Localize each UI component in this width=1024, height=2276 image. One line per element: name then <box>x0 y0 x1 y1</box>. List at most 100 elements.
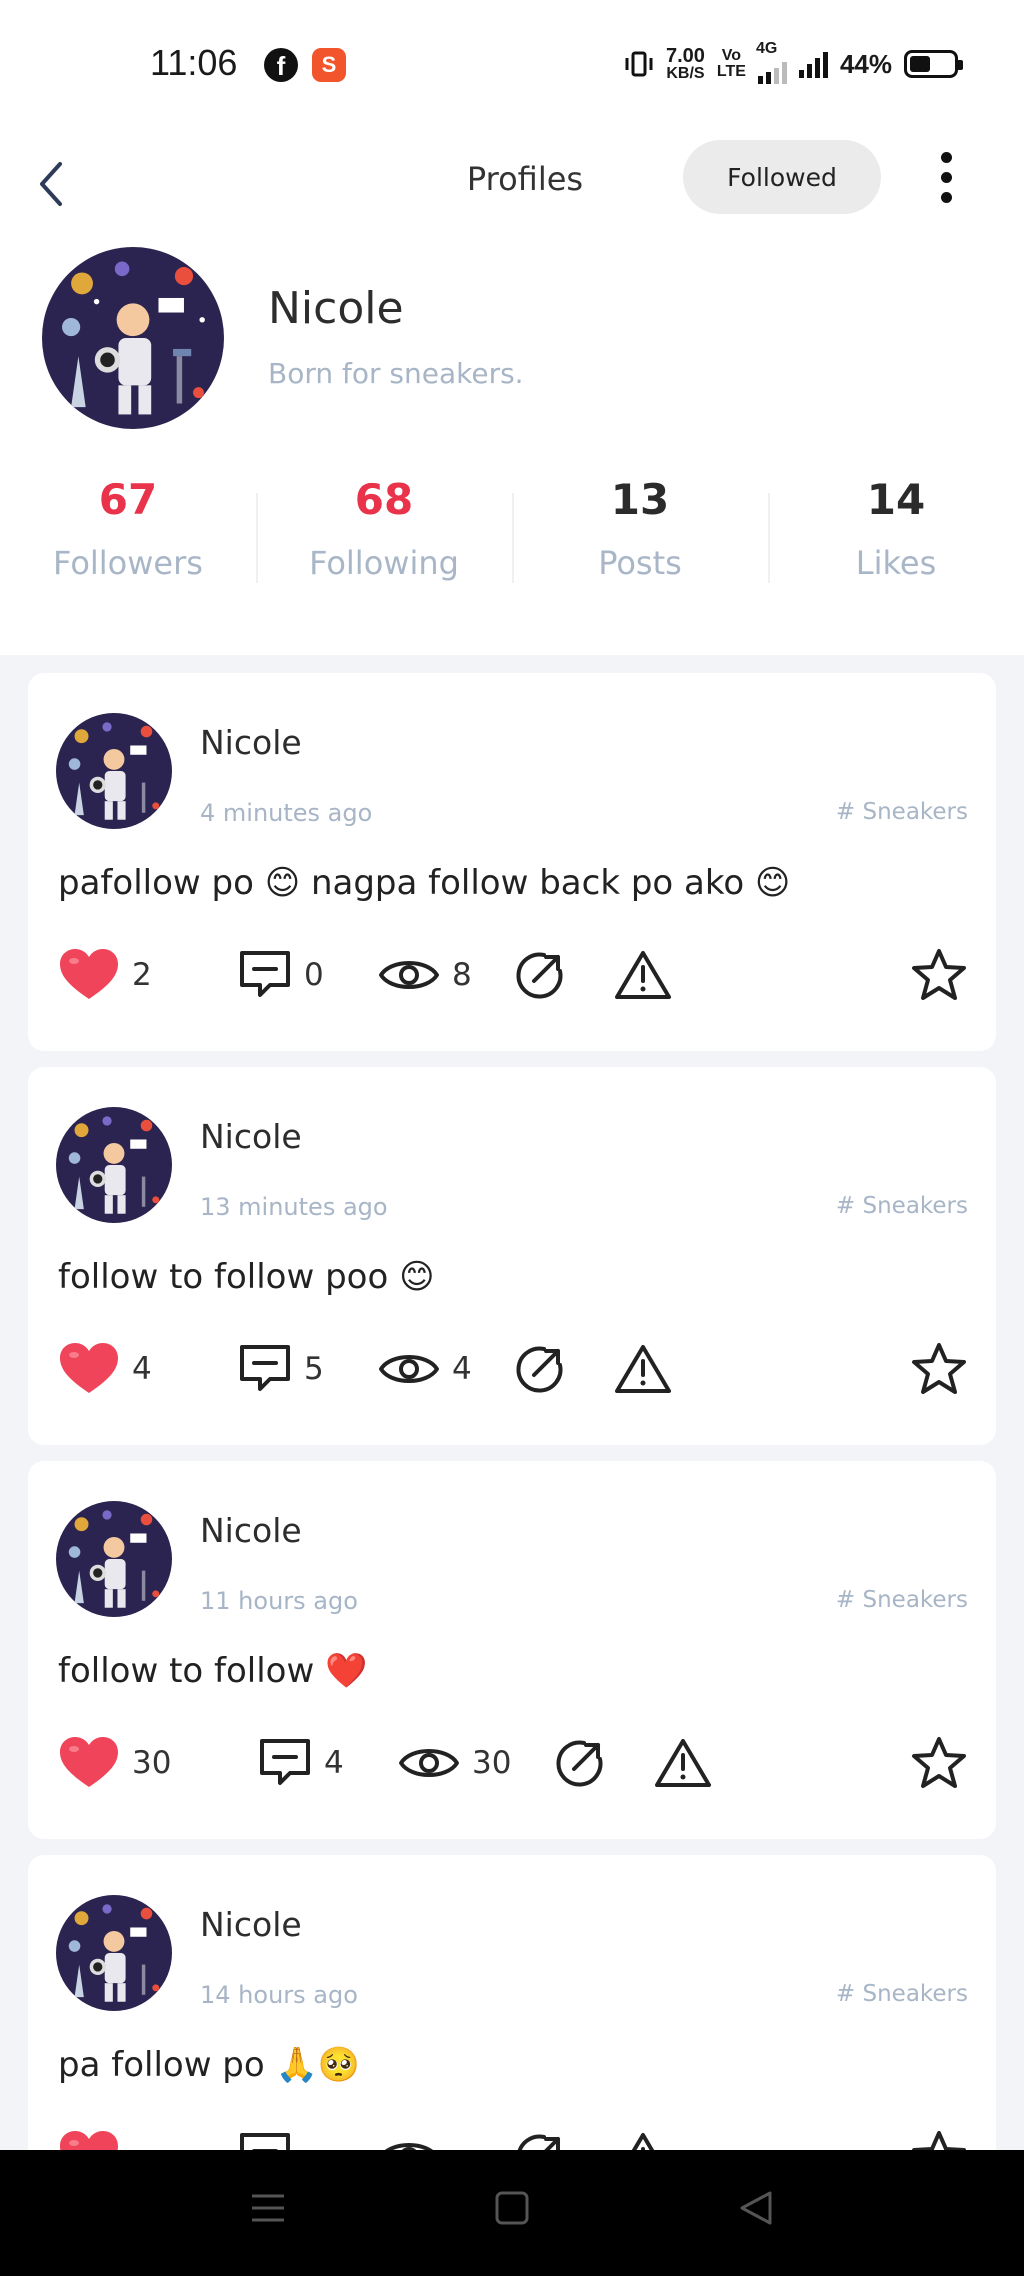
net-speed-unit: KB/S <box>666 65 705 82</box>
post-topic-tag[interactable]: # Sneakers <box>836 1587 968 1613</box>
star-icon <box>912 949 966 1000</box>
astronaut-avatar-image <box>56 1107 172 1223</box>
post-avatar[interactable] <box>56 1895 172 2011</box>
home-icon[interactable] <box>492 2188 532 2228</box>
signal-bars-1 <box>757 56 787 84</box>
stat-likes[interactable]: 14 Likes <box>768 475 1024 605</box>
profile-bio: Born for sneakers. <box>268 357 524 390</box>
comment-icon <box>260 1739 310 1785</box>
page-title: Profiles <box>466 160 584 198</box>
stat-posts-value: 13 <box>610 475 670 524</box>
astronaut-avatar-image <box>56 1895 172 2011</box>
more-options-icon[interactable] <box>926 152 966 212</box>
system-nav-bar <box>0 2150 1024 2276</box>
share-icon <box>516 952 563 999</box>
like-button[interactable]: 4 <box>58 1339 152 1399</box>
stat-following[interactable]: 68 Following <box>256 475 512 605</box>
stat-likes-value: 14 <box>866 475 926 524</box>
views-indicator: 8 <box>378 945 472 1005</box>
share-icon <box>556 1740 603 1787</box>
post-topic-tag[interactable]: # Sneakers <box>836 799 968 825</box>
report-button[interactable] <box>614 1339 672 1399</box>
warning-icon <box>655 1739 711 1787</box>
heart-icon <box>60 1737 118 1787</box>
profile-stats: 67 Followers 68 Following 13 Posts 14 Li… <box>0 475 1024 605</box>
post-author[interactable]: Nicole <box>200 1905 302 1944</box>
favorite-button[interactable] <box>910 1733 968 1793</box>
post-actions: 4 5 4 <box>58 1339 968 1399</box>
volte-indicator: Vo LTE <box>717 48 746 80</box>
post-avatar[interactable] <box>56 1501 172 1617</box>
like-button[interactable]: 30 <box>58 1733 171 1793</box>
view-count: 8 <box>452 957 472 993</box>
comment-button[interactable]: 0 <box>238 945 324 1005</box>
comment-count: 0 <box>304 957 324 993</box>
comment-button[interactable]: 4 <box>258 1733 344 1793</box>
like-count: 2 <box>132 957 152 993</box>
post-timestamp: 13 minutes ago <box>200 1193 388 1221</box>
comment-count: 5 <box>304 1351 324 1387</box>
battery-icon <box>904 50 963 78</box>
stat-likes-label: Likes <box>855 544 937 582</box>
post-timestamp: 14 hours ago <box>200 1981 358 2009</box>
view-count: 30 <box>472 1745 512 1781</box>
back-button[interactable] <box>28 150 78 210</box>
stat-followers-label: Followers <box>53 544 203 582</box>
post-topic-tag[interactable]: # Sneakers <box>836 1193 968 1219</box>
status-time: 11:06 <box>150 42 238 83</box>
followed-button[interactable]: Followed <box>683 140 881 214</box>
views-indicator: 30 <box>398 1733 511 1793</box>
network-type: 4G <box>755 40 778 57</box>
comment-icon <box>240 1345 290 1391</box>
eye-icon <box>379 1355 439 1383</box>
views-indicator: 4 <box>378 1339 472 1399</box>
favorite-button[interactable] <box>910 1339 968 1399</box>
post-text: pa follow po 🙏🥺 <box>58 2045 361 2085</box>
heart-icon <box>60 949 118 999</box>
share-button[interactable] <box>554 1733 606 1793</box>
post-text: follow to follow poo 😊 <box>58 1257 435 1297</box>
like-button[interactable]: 2 <box>58 945 152 1005</box>
post-author[interactable]: Nicole <box>200 1511 302 1550</box>
post-card[interactable]: Nicole 13 minutes ago # Sneakers follow … <box>28 1067 996 1445</box>
post-author[interactable]: Nicole <box>200 723 302 762</box>
share-button[interactable] <box>514 1339 566 1399</box>
post-text: pafollow po 😊 nagpa follow back po ako 😊 <box>58 863 791 903</box>
avatar[interactable] <box>42 247 224 429</box>
post-card[interactable]: Nicole 4 minutes ago # Sneakers pafollow… <box>28 673 996 1051</box>
post-timestamp: 11 hours ago <box>200 1587 358 1615</box>
heart-icon <box>60 1343 118 1393</box>
report-button[interactable] <box>614 945 672 1005</box>
post-author[interactable]: Nicole <box>200 1117 302 1156</box>
shopee-icon: S <box>312 48 346 82</box>
net-speed: 7.00 KB/S <box>666 46 705 82</box>
stat-followers-value: 67 <box>98 475 158 524</box>
favorite-button[interactable] <box>910 945 968 1005</box>
profile-name: Nicole <box>268 283 404 334</box>
post-avatar[interactable] <box>56 713 172 829</box>
post-topic-tag[interactable]: # Sneakers <box>836 1981 968 2007</box>
report-button[interactable] <box>654 1733 712 1793</box>
eye-icon <box>399 1749 459 1777</box>
share-icon <box>516 1346 563 1393</box>
stat-posts[interactable]: 13 Posts <box>512 475 768 605</box>
stat-followers[interactable]: 67 Followers <box>0 475 256 605</box>
post-card[interactable]: Nicole 11 hours ago # Sneakers follow to… <box>28 1461 996 1839</box>
profile-section: Nicole Born for sneakers. 67 Followers 6… <box>0 245 1024 655</box>
battery-percent: 44% <box>839 48 892 79</box>
status-bar: 11:06 f S 7.00 KB/S Vo LTE 4G 44% <box>0 0 1024 130</box>
back-triangle-icon[interactable] <box>736 2188 776 2228</box>
header: Profiles Followed <box>0 130 1024 245</box>
post-timestamp: 4 minutes ago <box>200 799 373 827</box>
share-button[interactable] <box>514 945 566 1005</box>
star-icon <box>912 1737 966 1788</box>
volte-top: Vo <box>721 47 742 64</box>
post-actions: 2 0 8 <box>58 945 968 1005</box>
menu-icon[interactable] <box>248 2188 288 2228</box>
status-indicators: 7.00 KB/S Vo LTE 4G 44% <box>624 40 963 84</box>
post-avatar[interactable] <box>56 1107 172 1223</box>
comment-button[interactable]: 5 <box>238 1339 324 1399</box>
volte-bottom: LTE <box>716 63 746 80</box>
post-actions: 30 4 30 <box>58 1733 968 1793</box>
comment-icon <box>240 951 290 997</box>
